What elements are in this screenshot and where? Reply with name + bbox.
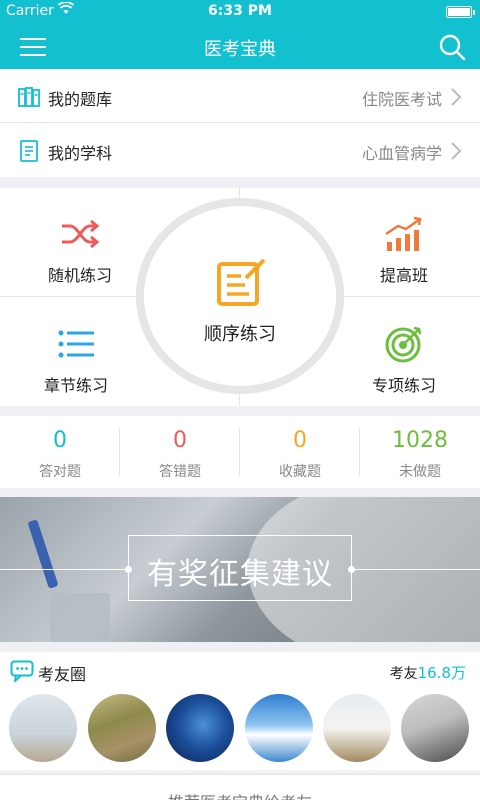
chevron-right-icon [450,88,462,106]
bar-chart-trend-icon [384,214,424,254]
stat-label: 收藏题 [279,464,321,480]
row-value: 住院医考试 [361,90,442,109]
status-bar: Carrier 6:33 PM [0,0,480,24]
chat-bubble-icon [10,660,34,684]
stat-value: 1028 [392,428,448,453]
chapter-practice-label: 章节练习 [43,376,108,395]
friend-avatar[interactable] [245,694,313,762]
stat-label: 答错题 [159,464,201,480]
section-title: 考友圈 [38,665,87,684]
friend-avatar[interactable] [88,694,156,762]
recommend-footer: 推荐医考宝典给考友 [0,774,480,800]
page-title: 医考宝典 [204,39,276,60]
row-value: 心血管病学 [361,144,442,163]
chevron-right-icon [450,142,462,160]
stat-label: 未做题 [399,464,441,480]
friend-avatar[interactable] [323,694,391,762]
improve-class-label: 提高班 [379,266,428,285]
edit-note-icon [216,256,268,308]
random-practice-button[interactable]: 随机练习 [10,196,150,286]
special-practice-button[interactable]: 专项练习 [334,306,474,396]
stats-bar: 0 答对题 0 答错题 0 收藏题 1028 未做题 [0,416,480,488]
sequence-practice-label: 顺序练习 [204,324,276,345]
subject-document-icon [18,140,40,162]
my-question-bank-row[interactable]: 我的题库 住院医考试 [0,69,480,123]
book-library-icon [18,86,40,108]
random-practice-label: 随机练习 [47,266,112,285]
exam-friends-section: 考友圈 考友16.8万 [0,652,480,770]
practice-grid: 随机练习 提高班 章节练习 专项练习 顺序练习 [0,188,480,406]
stat-label: 答对题 [39,464,81,480]
stat-value: 0 [53,428,67,453]
recommend-button[interactable]: 推荐医考宝典给考友 [0,789,480,800]
list-icon [56,324,96,364]
improve-class-button[interactable]: 提高班 [334,196,474,286]
my-subject-row[interactable]: 我的学科 心血管病学 [0,123,480,177]
target-icon [384,324,424,364]
stat-undone[interactable]: 1028 未做题 [360,416,480,488]
stat-correct[interactable]: 0 答对题 [0,416,120,488]
row-label: 我的题库 [48,90,113,109]
special-practice-label: 专项练习 [371,376,436,395]
friend-avatar[interactable] [401,694,469,762]
stat-value: 0 [173,428,187,453]
settings-list: 我的题库 住院医考试 我的学科 心血管病学 [0,69,480,177]
row-label: 我的学科 [48,144,113,163]
sequence-practice-button[interactable]: 顺序练习 [136,198,344,394]
friends-count[interactable]: 考友16.8万 [390,662,466,683]
stat-favorites[interactable]: 0 收藏题 [240,416,360,488]
stat-wrong[interactable]: 0 答错题 [120,416,240,488]
shuffle-icon [60,214,100,254]
stat-value: 0 [293,428,307,453]
battery-icon [446,6,475,18]
promo-banner[interactable]: 有奖征集建议 [0,497,480,642]
banner-title: 有奖征集建议 [147,557,333,592]
friend-avatar[interactable] [9,694,77,762]
friend-avatar[interactable] [166,694,234,762]
chapter-practice-button[interactable]: 章节练习 [6,306,146,396]
nav-bar: 医考宝典 [0,24,480,69]
status-time: 6:33 PM [208,3,272,19]
search-icon[interactable] [438,33,466,61]
